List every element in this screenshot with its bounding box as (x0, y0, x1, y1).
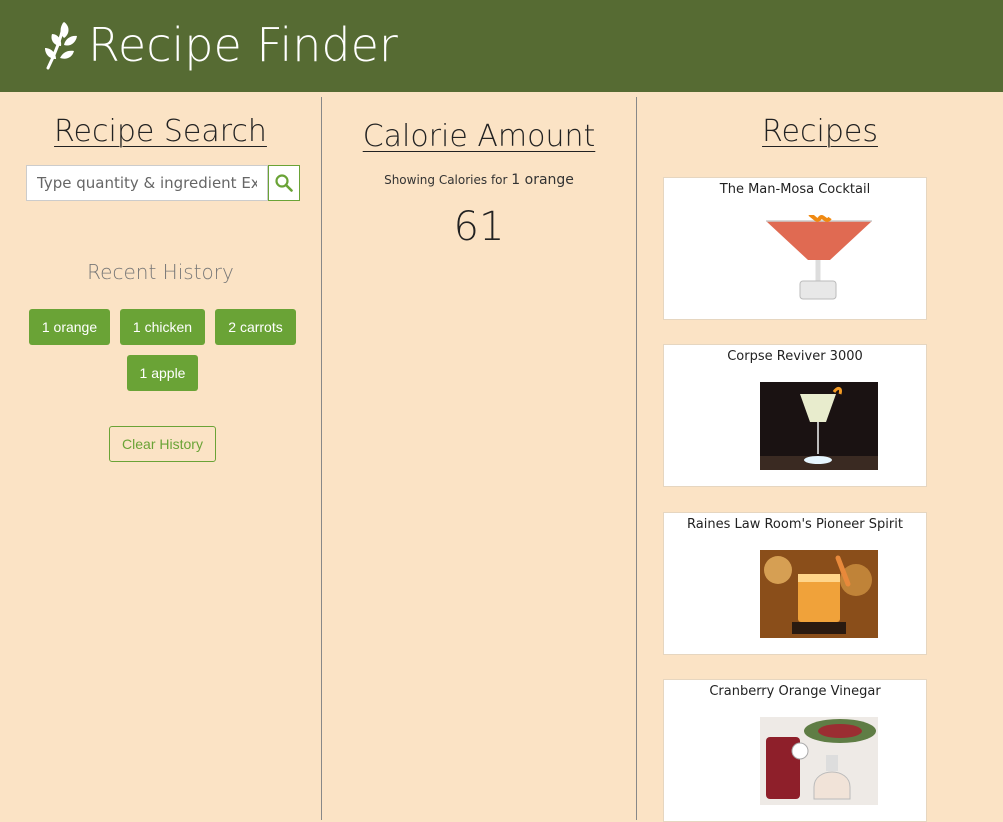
calorie-subtitle: Showing Calories for 1 orange (322, 172, 636, 188)
search-icon (275, 174, 293, 192)
calorie-subtitle-prefix: Showing Calories for (384, 173, 508, 187)
recent-history-title: Recent History (87, 260, 234, 284)
search-bar (26, 165, 300, 201)
recipe-card[interactable]: The Man-Mosa Cocktail (663, 177, 927, 320)
recipes-panel: Recipes The Man-Mosa Cocktail Corpse Rev… (637, 92, 1003, 822)
app-title: Recipe Finder (88, 18, 398, 72)
recipe-image (760, 382, 878, 470)
recipe-image (760, 215, 878, 303)
recipe-title: The Man-Mosa Cocktail (719, 182, 871, 197)
recipe-search-title: Recipe Search (54, 114, 267, 149)
recipes-title: Recipes (762, 114, 878, 149)
history-item-1-orange[interactable]: 1 orange (29, 309, 110, 345)
recipe-card[interactable]: Cranberry Orange Vinegar (663, 679, 927, 822)
recipe-card[interactable]: Raines Law Room's Pioneer Spirit (663, 512, 927, 655)
calorie-value: 61 (453, 204, 505, 250)
search-input[interactable] (26, 165, 268, 201)
leaf-sprig-icon (45, 22, 77, 70)
recipe-image (760, 550, 878, 638)
clear-history-button[interactable]: Clear History (109, 426, 216, 462)
recipe-search-panel: Recipe Search Recent History 1 orange 1 … (0, 92, 321, 820)
search-button[interactable] (268, 165, 300, 201)
history-item-1-chicken[interactable]: 1 chicken (120, 309, 205, 345)
recipe-title: Cranberry Orange Vinegar (709, 684, 881, 699)
history-item-1-apple[interactable]: 1 apple (127, 355, 198, 391)
recipe-title: Corpse Reviver 3000 (727, 349, 863, 364)
calorie-panel: Calorie Amount Showing Calories for 1 or… (322, 92, 636, 820)
calorie-subtitle-item: 1 orange (511, 172, 574, 188)
recipe-title: Raines Law Room's Pioneer Spirit (687, 517, 903, 532)
history-item-2-carrots[interactable]: 2 carrots (215, 309, 296, 345)
recipe-image (760, 717, 878, 805)
calorie-amount-title: Calorie Amount (362, 119, 596, 154)
recipe-card[interactable]: Corpse Reviver 3000 (663, 344, 927, 487)
app-header: Recipe Finder (0, 0, 1003, 92)
